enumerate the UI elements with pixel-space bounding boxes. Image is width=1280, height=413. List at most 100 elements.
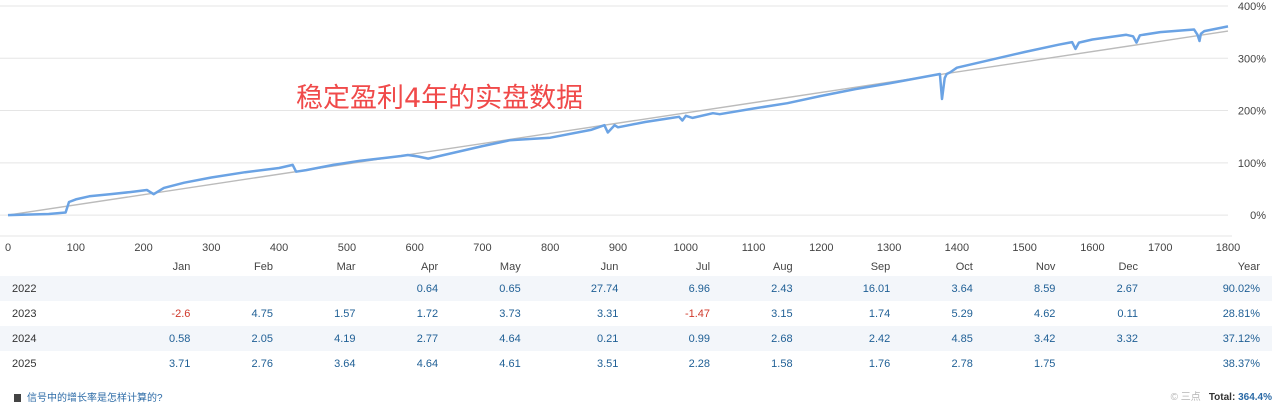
y-tick-label: 0% [1250, 210, 1266, 222]
return-cell: 8.59 [984, 276, 1068, 301]
x-tick-label: 1600 [1080, 242, 1104, 254]
return-cell [1067, 351, 1150, 376]
return-cell: 0.65 [450, 276, 533, 301]
header-aug: Aug [773, 261, 793, 273]
return-cell: 3.64 [334, 357, 356, 370]
header-oct: Oct [955, 261, 973, 273]
growth-chart: 0 100 200 300 400 500 600 700 800 900 1000 1100 1200… [0, 1, 1266, 254]
x-tick-label: 1800 [1216, 242, 1240, 254]
return-cell: 5.29 [951, 307, 973, 320]
return-cell: 3.71 [168, 357, 191, 370]
return-cell: 4.85 [902, 326, 985, 351]
return-cell: 4.62 [1034, 307, 1056, 320]
return-cell: 2.67 [1067, 276, 1151, 301]
x-tick-label: 1300 [877, 242, 901, 254]
x-tick-label: 900 [609, 242, 627, 254]
x-tick-label: 0 [5, 242, 11, 254]
document-icon [14, 394, 21, 402]
return-cell: 4.64 [416, 357, 439, 370]
return-cell: 2.43 [722, 276, 805, 301]
return-cell: 28.81% [1222, 307, 1260, 320]
return-cell: 4.19 [284, 326, 368, 351]
x-axis-ticks: 0 100 200 300 400 500 600 700 800 900 1000 1100 1200… [5, 242, 1240, 254]
table-row: 2024 0.58 2.05 4.19 2.77 4.64 0.21 0.99 2.68 2.42… [0, 326, 1272, 351]
header-nov: Nov [1035, 261, 1056, 273]
header-may: May [499, 261, 521, 273]
monthly-returns-table: Jan Feb Mar Apr May Jun Jul Aug Sep Oct Nov Dec Year… [0, 258, 1272, 376]
return-cell [202, 276, 285, 301]
return-cell: 2.76 [251, 357, 273, 370]
header-apr: Apr [421, 261, 439, 273]
return-cell: 1.72 [416, 307, 439, 320]
return-cell: 3.73 [499, 307, 521, 320]
return-cell: 0.58 [119, 326, 203, 351]
growth-help-text: 信号中的增长率是怎样计算的? [27, 393, 163, 404]
table-header-row: Jan Feb Mar Apr May Jun Jul Aug Sep Oct Nov Dec Year [0, 258, 1272, 276]
year-label: 2023 [12, 307, 37, 320]
return-cell: 3.42 [984, 326, 1068, 351]
x-tick-label: 1100 [742, 242, 766, 254]
return-cell: 1.58 [771, 357, 793, 370]
x-tick-label: 1700 [1148, 242, 1172, 254]
x-tick-label: 1200 [809, 242, 833, 254]
return-cell: 3.51 [596, 357, 619, 370]
return-cell: 6.96 [630, 276, 723, 301]
x-tick-label: 300 [202, 242, 220, 254]
return-cell: 3.31 [596, 307, 619, 320]
year-label: 2024 [0, 326, 120, 351]
return-cell: 90.02% [1150, 276, 1272, 301]
return-cell: 2.05 [202, 326, 285, 351]
chart-series [7, 25, 1229, 217]
return-cell: 38.37% [1222, 357, 1260, 370]
x-tick-label: 800 [541, 242, 559, 254]
return-cell: -1.47 [684, 307, 711, 320]
table-row: 2022 0.64 0.65 27.74 6.96 2.43 16.01 3.64 8.59 2.… [0, 276, 1272, 301]
return-cell: 1.74 [868, 307, 891, 320]
return-cell: 2.77 [367, 326, 451, 351]
y-tick-label: 100% [1238, 158, 1266, 170]
return-cell: 27.74 [532, 276, 631, 301]
table-row: 2023 -2.6 4.75 1.57 1.72 3.73 3.31 -1.47 3.15 1.7… [0, 301, 1272, 326]
total-summary: © 三点 Total: 364.4% [1171, 388, 1272, 403]
header-mar: Mar [336, 261, 356, 273]
year-label: 2025 [12, 357, 37, 370]
return-cell: 0.21 [532, 326, 631, 351]
header-year-col [0, 258, 120, 276]
growth-help-link[interactable]: 信号中的增长率是怎样计算的? [14, 389, 163, 404]
header-dec: Dec [1118, 261, 1139, 273]
return-cell: 0.11 [1117, 307, 1139, 320]
return-cell: 3.32 [1067, 326, 1151, 351]
return-cell: 3.15 [771, 307, 793, 320]
y-axis-ticks: 0% 100% 200% 300% 400% [1238, 1, 1266, 222]
watermark: © 三点 [1170, 392, 1201, 403]
table-row: 2025 3.71 2.76 3.64 4.64 4.61 3.51 2.28 1.58 1.76… [0, 351, 1272, 376]
return-cell: 2.42 [804, 326, 903, 351]
return-cell: 4.64 [450, 326, 533, 351]
return-cell: 0.99 [630, 326, 723, 351]
header-year: Year [1237, 261, 1260, 273]
header-jul: Jul [695, 261, 711, 273]
year-label: 2022 [0, 276, 120, 301]
y-tick-label: 400% [1238, 1, 1266, 13]
return-cell: 2.68 [722, 326, 805, 351]
return-cell: 1.75 [1034, 357, 1056, 370]
return-cell: 1.57 [334, 307, 356, 320]
total-label: Total: [1208, 392, 1236, 403]
return-cell: 1.76 [868, 357, 891, 370]
y-tick-label: 300% [1238, 53, 1266, 65]
header-feb: Feb [254, 261, 273, 273]
total-value: 364.4% [1238, 392, 1272, 403]
return-cell: 2.28 [688, 357, 711, 370]
x-tick-label: 700 [473, 242, 491, 254]
return-cell: 4.61 [499, 357, 521, 370]
x-tick-label: 500 [338, 242, 356, 254]
header-jun: Jun [600, 261, 619, 273]
return-cell: -2.6 [171, 307, 191, 320]
return-cell: 0.64 [367, 276, 451, 301]
return-cell: 2.78 [951, 357, 973, 370]
chart-grid [0, 5, 1232, 237]
overlay-annotation: 稳定盈利4年的实盘数据 [296, 83, 584, 114]
x-tick-label: 100 [67, 242, 85, 254]
x-tick-label: 1500 [1012, 242, 1036, 254]
return-cell [284, 276, 368, 301]
